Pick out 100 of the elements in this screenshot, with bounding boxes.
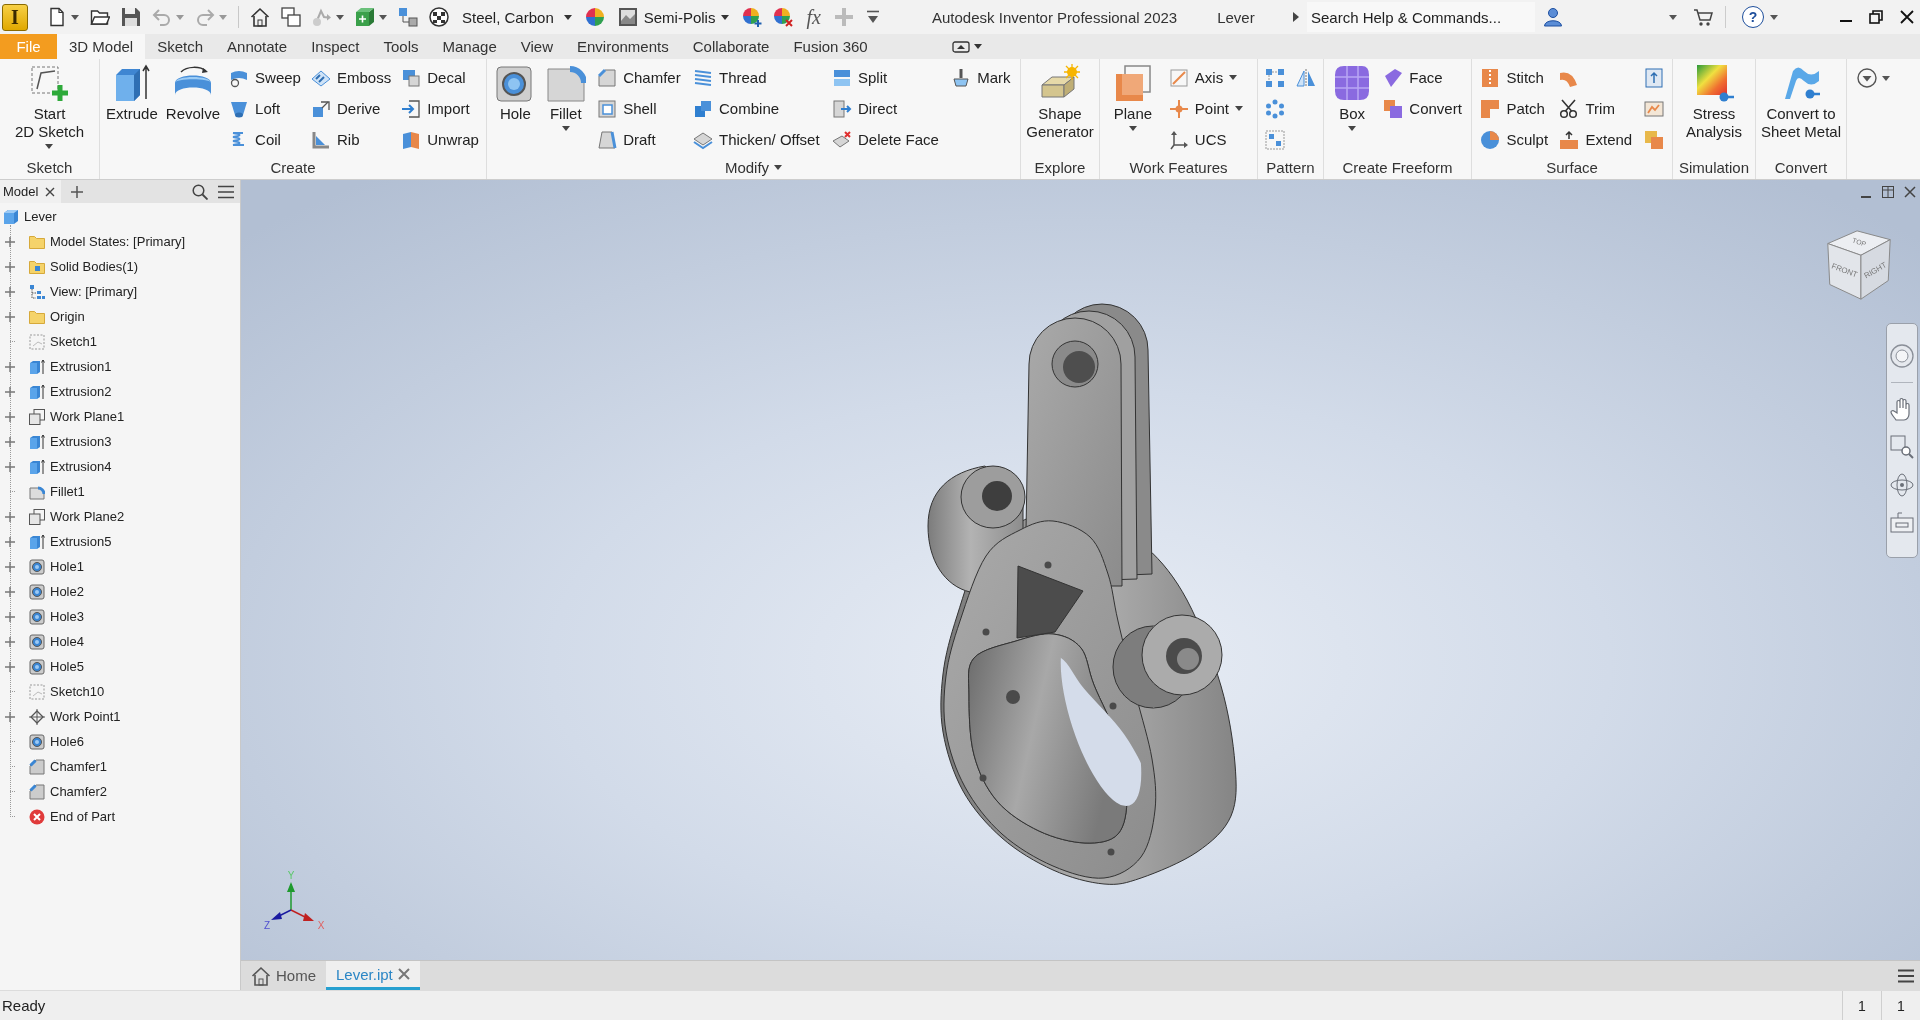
ribbon-tool-button[interactable]: Point xyxy=(1166,93,1246,124)
tree-item[interactable]: Hole3 xyxy=(0,604,240,629)
redo-icon[interactable] xyxy=(195,7,215,27)
zoom-window-icon[interactable] xyxy=(1890,435,1914,459)
caret-icon[interactable] xyxy=(379,14,387,20)
expand-plus-icon[interactable] xyxy=(5,511,15,522)
framed-panel-icon[interactable] xyxy=(1890,511,1914,535)
ribbon-tool-button[interactable]: Convert to Sheet Metal xyxy=(1759,59,1842,141)
expand-plus-icon[interactable] xyxy=(5,311,15,322)
help-button[interactable]: ? xyxy=(1742,6,1764,28)
save-icon[interactable] xyxy=(121,7,141,27)
tree-item[interactable]: Work Plane1 xyxy=(0,404,240,429)
appearance-dropdown[interactable]: Semi-Polis xyxy=(615,5,732,29)
ribbon-tool-button[interactable]: Shape Generator xyxy=(1025,59,1095,141)
document-tab[interactable]: Lever.ipt xyxy=(326,961,420,990)
search-icon[interactable] xyxy=(192,183,208,200)
tree-item[interactable]: Hole4 xyxy=(0,629,240,654)
tree-item[interactable]: Work Plane2 xyxy=(0,504,240,529)
ribbon-tool-button[interactable]: Extrude xyxy=(105,59,159,123)
expand-plus-icon[interactable] xyxy=(5,461,15,472)
document-tab[interactable]: Home xyxy=(241,961,326,990)
restore-icon[interactable] xyxy=(1869,10,1883,24)
new-file-icon[interactable] xyxy=(47,7,67,27)
ribbon-tool-button[interactable]: Chamfer xyxy=(595,62,683,93)
tree-item[interactable]: Chamfer2 xyxy=(0,779,240,804)
expand-plus-icon[interactable] xyxy=(5,636,15,647)
caret-icon[interactable] xyxy=(1669,14,1677,20)
tree-item[interactable]: Lever xyxy=(0,204,240,229)
ribbon-tool-button[interactable]: Patch xyxy=(1478,93,1551,124)
ribbon-tool-button[interactable]: Derive xyxy=(308,93,394,124)
ribbon-tab[interactable]: Annotate xyxy=(215,34,300,59)
expand-plus-icon[interactable] xyxy=(5,611,15,622)
caret-icon[interactable] xyxy=(336,14,344,20)
material-dropdown[interactable]: Steel, Carbon xyxy=(460,6,574,28)
caret-icon[interactable] xyxy=(973,44,982,49)
ribbon-tool-button[interactable]: Delete Face xyxy=(830,124,941,155)
caret-icon[interactable] xyxy=(774,165,783,170)
ribbon-tool-button[interactable]: Shell xyxy=(595,93,683,124)
tree-item[interactable]: Origin xyxy=(0,304,240,329)
ribbon-tool-button[interactable]: Import xyxy=(399,93,481,124)
ribbon-tool-button[interactable]: Fillet xyxy=(544,59,587,131)
ribbon-tool-button[interactable]: Unwrap xyxy=(399,124,481,155)
ribbon-tab[interactable]: Manage xyxy=(430,34,509,59)
ribbon-tool-button[interactable]: Combine xyxy=(691,93,822,124)
ribbon-tab[interactable]: Sketch xyxy=(145,34,216,59)
customize-menu-icon[interactable] xyxy=(864,9,881,25)
tree-item[interactable]: Work Point1 xyxy=(0,704,240,729)
ribbon-tool-button[interactable]: Loft xyxy=(227,93,303,124)
ribbon-tool-button[interactable]: Mark xyxy=(949,62,1013,93)
stacked-windows-icon[interactable] xyxy=(281,7,301,27)
tree-item[interactable]: Fillet1 xyxy=(0,479,240,504)
ribbon-tool-button[interactable]: Box xyxy=(1331,59,1374,131)
cart-icon[interactable] xyxy=(1693,7,1713,27)
close-icon[interactable] xyxy=(1900,10,1914,24)
tree-item[interactable]: Extrusion1 xyxy=(0,354,240,379)
linked-squares-icon[interactable] xyxy=(398,7,418,27)
ribbon-tab[interactable]: Inspect xyxy=(299,34,372,59)
ribbon-tool-button[interactable]: Split xyxy=(830,62,941,93)
expand-arrow-icon[interactable] xyxy=(1293,12,1299,22)
expand-plus-icon[interactable] xyxy=(5,361,15,372)
close-icon[interactable] xyxy=(45,186,56,197)
circle-caret-icon[interactable] xyxy=(1857,68,1877,88)
search-field[interactable]: Search Help & Commands... xyxy=(1307,2,1535,32)
expand-plus-icon[interactable] xyxy=(5,586,15,597)
ribbon-tool-button[interactable]: Rib xyxy=(308,124,394,155)
expand-plus-icon[interactable] xyxy=(5,536,15,547)
menu-icon[interactable] xyxy=(1898,967,1914,984)
ribbon-tool-button[interactable]: Stress Analysis xyxy=(1685,59,1743,141)
app-logo[interactable]: I xyxy=(2,3,28,31)
ribbon-tab[interactable]: Collaborate xyxy=(680,34,782,59)
ribbon-tool-button[interactable]: Trim xyxy=(1557,93,1635,124)
checker-ball-icon[interactable] xyxy=(429,7,449,27)
tree-item[interactable]: Hole2 xyxy=(0,579,240,604)
ribbon-tool-button[interactable]: UCS xyxy=(1166,124,1246,155)
tree-item[interactable]: Model States: [Primary] xyxy=(0,229,240,254)
expand-plus-icon[interactable] xyxy=(5,561,15,572)
ribbon-tool-button[interactable]: Emboss xyxy=(308,62,394,93)
parameters-button[interactable]: fx xyxy=(804,5,823,29)
tree-item[interactable]: Solid Bodies(1) xyxy=(0,254,240,279)
tree-item[interactable]: View: [Primary] xyxy=(0,279,240,304)
tree-item[interactable]: Sketch10 xyxy=(0,679,240,704)
tree-item[interactable]: Hole5 xyxy=(0,654,240,679)
color-ball-plus-icon[interactable] xyxy=(742,7,763,27)
ribbon-tool-button[interactable]: Face xyxy=(1381,62,1464,93)
double-ring-icon[interactable] xyxy=(1890,344,1914,368)
ribbon-tool-button[interactable]: Sweep xyxy=(227,62,303,93)
ribbon-tab[interactable]: 3D Model xyxy=(57,34,146,59)
ribbon-tab[interactable]: View xyxy=(508,34,565,59)
expand-plus-icon[interactable] xyxy=(5,436,15,447)
caret-icon[interactable] xyxy=(1882,75,1890,81)
caret-icon[interactable] xyxy=(1770,14,1778,20)
tree-item[interactable]: Hole1 xyxy=(0,554,240,579)
menu-icon[interactable] xyxy=(218,183,234,200)
browser-tab[interactable]: Model xyxy=(0,180,62,203)
tree-item[interactable]: Extrusion3 xyxy=(0,429,240,454)
ribbon-tab[interactable]: Fusion 360 xyxy=(781,34,880,59)
ribbon-tool-button[interactable]: Plane xyxy=(1111,59,1154,131)
expand-plus-icon[interactable] xyxy=(5,236,15,247)
tree-item[interactable]: Extrusion4 xyxy=(0,454,240,479)
ribbon-tool-button[interactable]: Decal xyxy=(399,62,481,93)
